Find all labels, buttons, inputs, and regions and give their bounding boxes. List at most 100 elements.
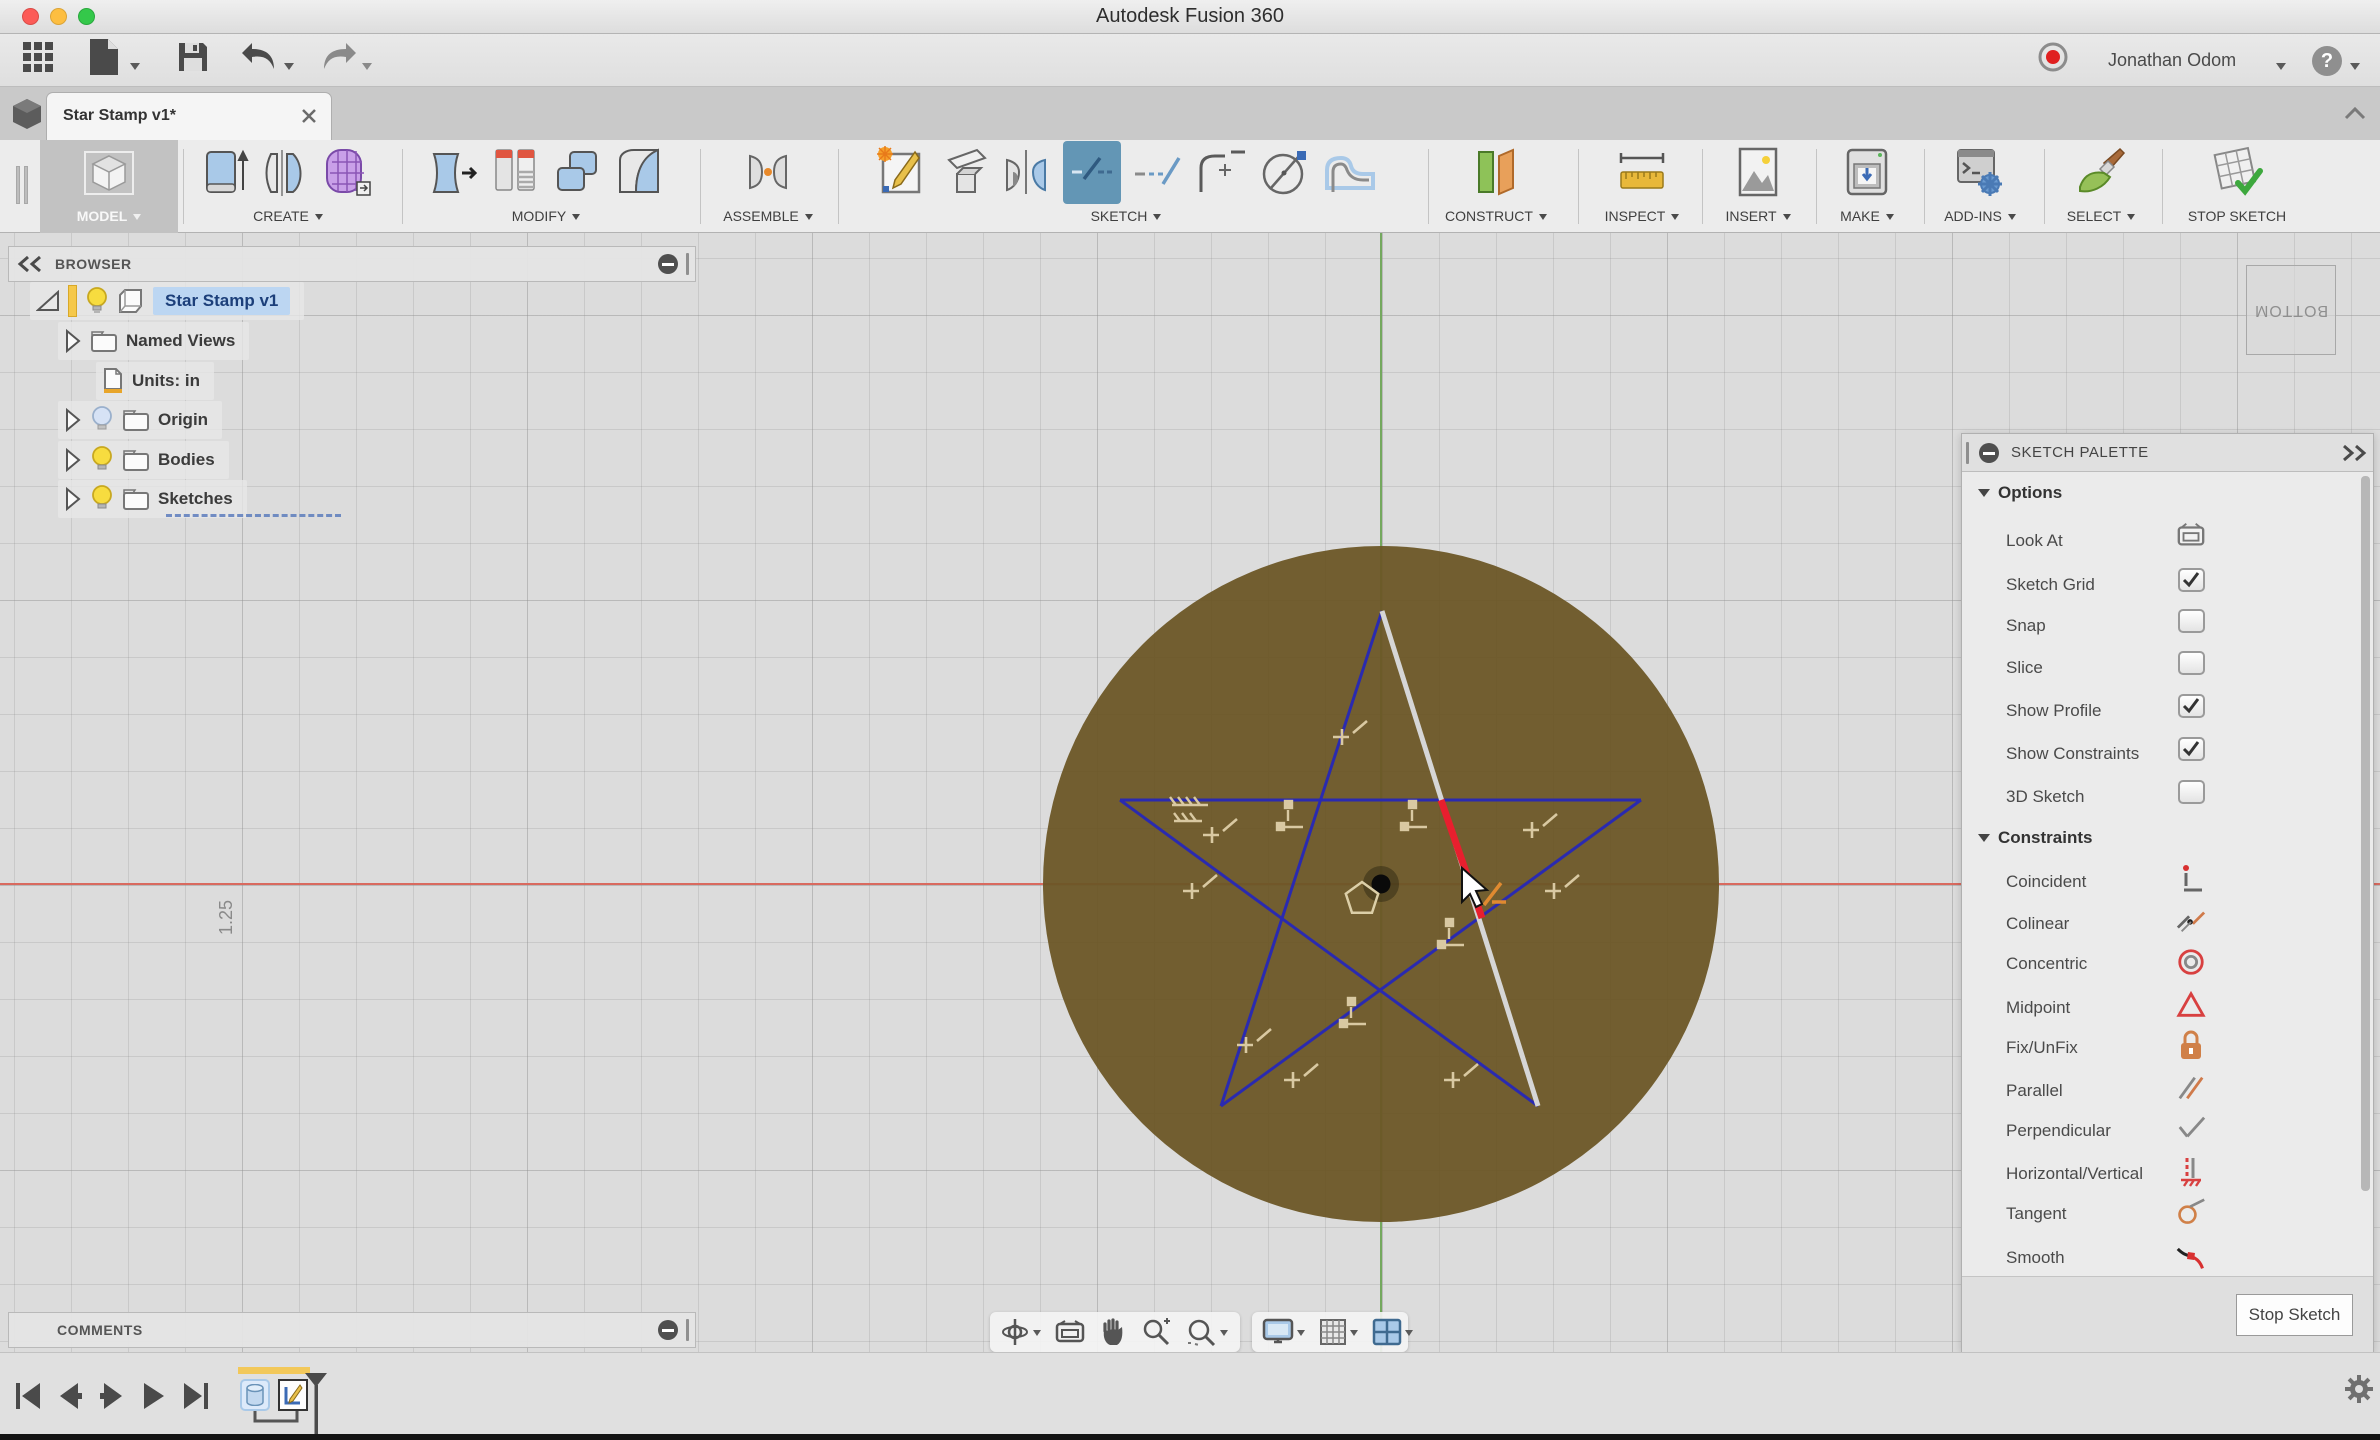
modify-label[interactable]: MODIFY: [512, 208, 566, 224]
sketch-fillet-icon[interactable]: [1195, 148, 1247, 196]
horizontal-vertical-icon[interactable]: [2177, 1156, 2205, 1188]
3d-print-icon[interactable]: [1842, 146, 1892, 198]
stop-sketch-button[interactable]: Stop Sketch: [2236, 1294, 2353, 1336]
revolve-icon[interactable]: [263, 146, 309, 198]
assemble-label[interactable]: ASSEMBLE: [723, 208, 798, 224]
viewcube[interactable]: BOTTOM: [2246, 265, 2336, 355]
tab-close-icon[interactable]: [301, 108, 317, 124]
select-brush-icon[interactable]: [2074, 147, 2128, 197]
visibility-bulb-off-icon[interactable]: [90, 405, 114, 435]
stop-sketch-icon[interactable]: [2210, 145, 2264, 199]
browser-row-named-views[interactable]: Named Views: [58, 322, 249, 360]
create-label[interactable]: CREATE: [253, 208, 309, 224]
inspect-label[interactable]: INSPECT: [1605, 208, 1666, 224]
browser-row-units[interactable]: Units: in: [96, 362, 214, 400]
project-icon[interactable]: [937, 146, 989, 198]
save-icon[interactable]: [176, 40, 210, 74]
expand-arrow-icon[interactable]: [64, 487, 82, 511]
concentric-icon[interactable]: [2176, 946, 2206, 978]
minimize-window-button[interactable]: [50, 8, 67, 25]
viewports-icon[interactable]: [1372, 1318, 1402, 1346]
grid-settings-icon[interactable]: [1319, 1318, 1347, 1346]
record-icon[interactable]: [2036, 40, 2070, 74]
tab-star-stamp[interactable]: Star Stamp v1*: [46, 92, 332, 140]
tangent-icon[interactable]: [2176, 1196, 2206, 1228]
sketch-label[interactable]: SKETCH: [1091, 208, 1148, 224]
appearance-icon[interactable]: [492, 146, 540, 198]
help-menu-caret[interactable]: [2350, 63, 2360, 75]
scripts-addins-icon[interactable]: [1954, 146, 2006, 198]
user-account-menu[interactable]: Jonathan Odom: [2108, 34, 2236, 87]
zoom-window-caret-icon[interactable]: [1220, 1330, 1228, 1340]
sketch-dimension-icon[interactable]: [1259, 146, 1311, 198]
zoom-window-icon[interactable]: [1185, 1317, 1217, 1347]
line-tool-active[interactable]: [1063, 141, 1121, 204]
timeline-rollback-bar[interactable]: [238, 1367, 310, 1374]
browser-item-label[interactable]: Bodies: [158, 450, 215, 470]
slice-checkbox[interactable]: [2178, 651, 2205, 675]
collapse-toolbar-chevron-icon[interactable]: [2344, 105, 2366, 121]
constraints-section-header[interactable]: Constraints: [1978, 827, 2092, 848]
toolbar-drag-handle[interactable]: [16, 166, 32, 209]
colinear-icon[interactable]: [2176, 906, 2206, 936]
timeline-playback-controls[interactable]: [12, 1379, 222, 1413]
redo-icon[interactable]: [318, 41, 360, 73]
extrude-icon[interactable]: [203, 146, 251, 198]
fillet-icon[interactable]: [614, 146, 664, 198]
look-at-icon[interactable]: [1055, 1320, 1085, 1344]
undo-caret[interactable]: [284, 63, 294, 75]
fix-unfix-lock-icon[interactable]: [2177, 1030, 2205, 1062]
orbit-caret-icon[interactable]: [1033, 1330, 1041, 1340]
orbit-icon[interactable]: [1000, 1317, 1030, 1347]
coincident-icon[interactable]: [2176, 864, 2206, 896]
select-label[interactable]: SELECT: [2067, 208, 2121, 224]
insert-image-icon[interactable]: [1736, 145, 1780, 199]
visibility-bulb-icon[interactable]: [85, 286, 109, 316]
zoom-window-button[interactable]: [78, 8, 95, 25]
show-constraints-checkbox[interactable]: [2178, 737, 2205, 761]
close-window-button[interactable]: [22, 8, 39, 25]
palette-drag-handle[interactable]: [1966, 442, 1969, 464]
undo-icon[interactable]: [238, 41, 280, 73]
expand-arrow-icon[interactable]: [64, 329, 82, 353]
options-section-header[interactable]: Options: [1978, 482, 2062, 503]
expand-arrow-icon[interactable]: [64, 408, 82, 432]
palette-minimize-icon[interactable]: [1979, 443, 1999, 463]
look-at-button-icon[interactable]: [2176, 522, 2206, 548]
stop-sketch-label[interactable]: STOP SKETCH: [2188, 208, 2286, 224]
palette-scrollbar[interactable]: [2361, 476, 2370, 1191]
data-panel-grid-icon[interactable]: [20, 39, 56, 75]
viewports-caret-icon[interactable]: [1405, 1330, 1413, 1340]
browser-item-label[interactable]: Units: in: [132, 371, 200, 391]
offset-icon[interactable]: [1323, 148, 1377, 196]
dock-palette-icon[interactable]: [2341, 444, 2367, 462]
collapse-browser-icon[interactable]: [17, 255, 43, 273]
joint-icon[interactable]: [742, 146, 794, 198]
redo-caret[interactable]: [362, 63, 372, 75]
browser-item-label[interactable]: Named Views: [126, 331, 235, 351]
construct-label[interactable]: CONSTRUCT: [1445, 208, 1533, 224]
display-caret-icon[interactable]: [1297, 1330, 1305, 1340]
press-pull-icon[interactable]: [428, 146, 480, 198]
3d-sketch-checkbox[interactable]: [2178, 780, 2205, 804]
parallel-icon[interactable]: [2176, 1073, 2206, 1103]
construction-line-icon[interactable]: [1133, 148, 1183, 196]
viewcube-face-label[interactable]: BOTTOM: [2254, 301, 2328, 319]
create-sketch-icon[interactable]: [875, 146, 925, 198]
visibility-bulb-icon[interactable]: [90, 484, 114, 514]
mirror-icon[interactable]: [1001, 146, 1051, 198]
browser-row-origin[interactable]: Origin: [58, 401, 222, 439]
file-menu-icon[interactable]: [86, 37, 120, 77]
browser-row-root[interactable]: Star Stamp v1: [30, 282, 304, 320]
grid-caret-icon[interactable]: [1350, 1330, 1358, 1340]
preferences-gear-icon[interactable]: [2344, 1374, 2374, 1404]
browser-row-bodies[interactable]: Bodies: [58, 441, 229, 479]
sketch-palette-header[interactable]: SKETCH PALETTE: [1962, 434, 2373, 472]
make-label[interactable]: MAKE: [1840, 208, 1880, 224]
smooth-icon[interactable]: [2176, 1240, 2206, 1272]
browser-item-label[interactable]: Sketches: [158, 489, 233, 509]
browser-minimize-icon[interactable]: [658, 254, 678, 274]
comments-bar[interactable]: COMMENTS: [8, 1312, 696, 1348]
browser-item-label[interactable]: Origin: [158, 410, 208, 430]
expand-arrow-icon[interactable]: [64, 448, 82, 472]
